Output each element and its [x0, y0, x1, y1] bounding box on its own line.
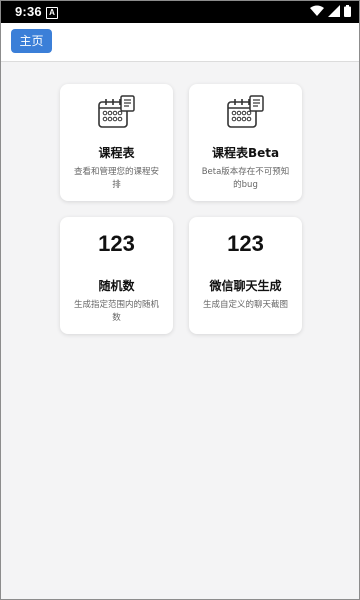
card-number-icon: 123 [98, 231, 135, 256]
status-icons [310, 5, 351, 17]
card-title: 微信聊天生成 [209, 279, 282, 293]
card-title: 课程表Beta [211, 146, 280, 160]
app-frame: 9:36 A 主页 课程表 查看和管理您的课程安排 课程表Beta Beta版本… [0, 0, 360, 600]
card-title: 随机数 [98, 279, 135, 293]
calendar-schedule-icon [60, 94, 173, 132]
app-header: 主页 [1, 23, 359, 62]
status-bar: 9:36 A [1, 1, 359, 23]
card-wechat-chat-generator[interactable]: 123 微信聊天生成 生成自定义的聊天截图 [189, 217, 302, 334]
card-title: 课程表 [98, 146, 135, 160]
calendar-schedule-icon [189, 94, 302, 132]
card-description: Beta版本存在不可预知的bug [201, 167, 290, 190]
card-description: 生成指定范围内的随机数 [73, 300, 159, 323]
signal-icon [328, 5, 340, 17]
card-schedule[interactable]: 课程表 查看和管理您的课程安排 [60, 84, 173, 201]
card-schedule-beta[interactable]: 课程表Beta Beta版本存在不可预知的bug [189, 84, 302, 201]
card-number-icon: 123 [227, 231, 264, 256]
home-button[interactable]: 主页 [11, 29, 52, 53]
card-random-number[interactable]: 123 随机数 生成指定范围内的随机数 [60, 217, 173, 334]
notification-a-icon: A [46, 7, 58, 19]
card-description: 生成自定义的聊天截图 [202, 300, 288, 310]
wifi-icon [310, 5, 324, 16]
card-description: 查看和管理您的课程安排 [73, 167, 159, 190]
status-time: 9:36 [15, 4, 42, 19]
battery-icon [344, 5, 351, 17]
